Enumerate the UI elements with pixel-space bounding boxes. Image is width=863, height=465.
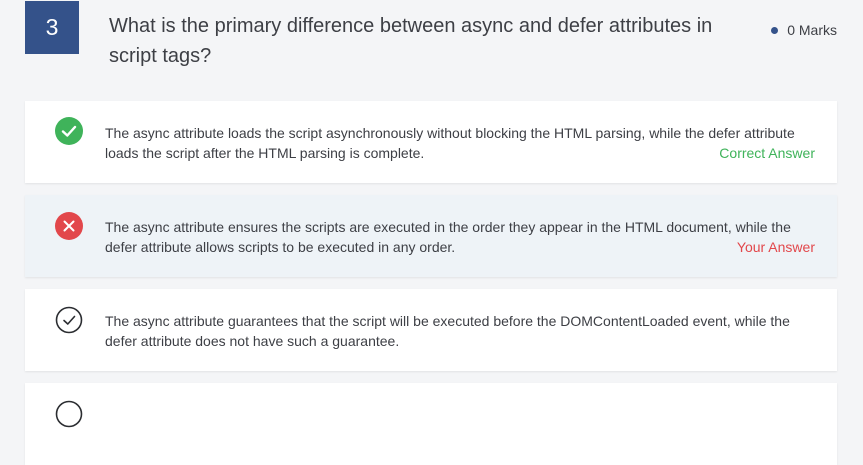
answer-option-3[interactable]: The async attribute guarantees that the … [25, 289, 837, 371]
x-circle-filled-icon [55, 212, 83, 240]
answer-option-2[interactable]: The async attribute ensures the scripts … [25, 195, 837, 277]
your-answer-label: Your Answer [736, 239, 815, 255]
marks-dot-icon [771, 26, 779, 34]
marks-label: 0 Marks [787, 22, 837, 38]
question-text: What is the primary difference between a… [109, 15, 713, 67]
check-circle-outline-icon [55, 400, 83, 428]
answer-option-text: The async attribute guarantees that the … [105, 313, 790, 349]
marks-indicator: 0 Marks [771, 22, 837, 38]
check-circle-outline-icon [55, 306, 83, 334]
check-circle-filled-icon [55, 117, 83, 145]
correct-answer-label: Correct Answer [719, 145, 815, 161]
answer-option-1[interactable]: The async attribute loads the script asy… [25, 101, 837, 183]
answer-option-text: The async attribute loads the script asy… [105, 125, 795, 161]
answer-option-text: The async attribute ensures the scripts … [105, 219, 791, 255]
question-number-badge: 3 [25, 1, 79, 54]
answer-option-4[interactable] [25, 383, 837, 465]
